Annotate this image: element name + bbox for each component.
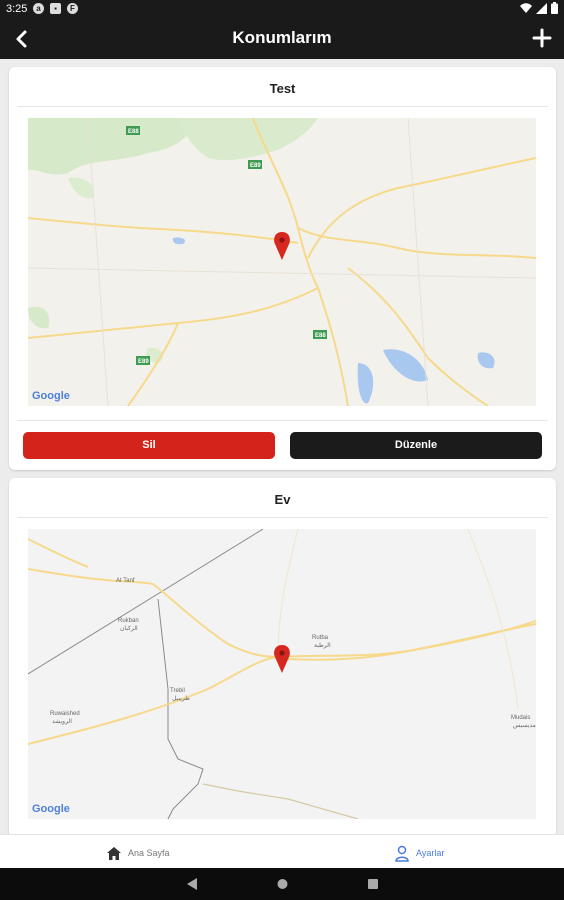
place-label: Rutba (312, 635, 329, 641)
place-label: الرطبة (314, 642, 331, 649)
user-icon (395, 845, 409, 862)
map-image: At Tanf Rukban الركبان Trebil طريبيل Ruw… (28, 529, 536, 819)
battery-icon (551, 2, 558, 14)
place-label: Ruwaished (50, 711, 80, 717)
place-label: Mudais (511, 715, 530, 721)
road-label: E88 (315, 333, 326, 339)
notification-icon-3: F (67, 3, 78, 14)
road-label: E89 (250, 163, 261, 169)
google-watermark: Google (32, 390, 70, 402)
nav-settings-label: Ayarlar (416, 848, 445, 858)
road-label: E89 (138, 359, 149, 365)
nav-home-label: Ana Sayfa (128, 848, 170, 858)
wifi-icon (520, 2, 532, 13)
location-name: Test (269, 81, 296, 96)
place-label: Trebil (170, 688, 185, 694)
location-card: Test E88 E89 E88 E89 Google Sil Düzenle (9, 67, 556, 470)
place-label: الركبان (120, 625, 138, 632)
status-bar: 3:25 a ▪ F (0, 0, 564, 18)
nav-settings[interactable]: Ayarlar (394, 843, 444, 863)
divider (17, 517, 548, 518)
road-label: E88 (128, 129, 139, 135)
notification-icon-1: a (33, 3, 44, 14)
google-watermark: Google (32, 803, 70, 815)
system-home-icon[interactable] (276, 877, 289, 891)
place-label: الرويشد (52, 718, 72, 725)
signal-icon (536, 2, 547, 14)
notification-icon-2: ▪ (50, 3, 61, 14)
page-title: Konumlarım (232, 28, 332, 47)
app-bar: Konumlarım (0, 18, 564, 59)
system-recents-icon[interactable] (367, 877, 379, 891)
map-image: E88 E89 E88 E89 (28, 118, 536, 406)
divider (17, 420, 548, 421)
home-icon (107, 846, 121, 860)
system-back-icon[interactable] (186, 877, 198, 891)
place-label: Rukban (118, 618, 139, 624)
place-label: مديسيس (513, 723, 536, 729)
location-name: Ev (274, 492, 291, 507)
divider (17, 106, 548, 107)
nav-home[interactable]: Ana Sayfa (106, 843, 170, 863)
location-card: Ev At Tanf Rukban الركبان Trebil طريبيل … (9, 478, 556, 838)
bottom-navigation: Ana Sayfa Ayarlar (0, 834, 564, 868)
system-navigation-bar (0, 868, 564, 900)
add-icon[interactable] (530, 26, 554, 50)
delete-button[interactable]: Sil (23, 432, 275, 459)
location-map[interactable]: E88 E89 E88 E89 Google (28, 118, 536, 406)
status-time: 3:25 (6, 3, 28, 15)
edit-button[interactable]: Düzenle (290, 432, 542, 459)
place-label: At Tanf (116, 578, 135, 584)
place-label: طريبيل (172, 695, 190, 702)
location-map[interactable]: At Tanf Rukban الركبان Trebil طريبيل Ruw… (28, 529, 536, 819)
